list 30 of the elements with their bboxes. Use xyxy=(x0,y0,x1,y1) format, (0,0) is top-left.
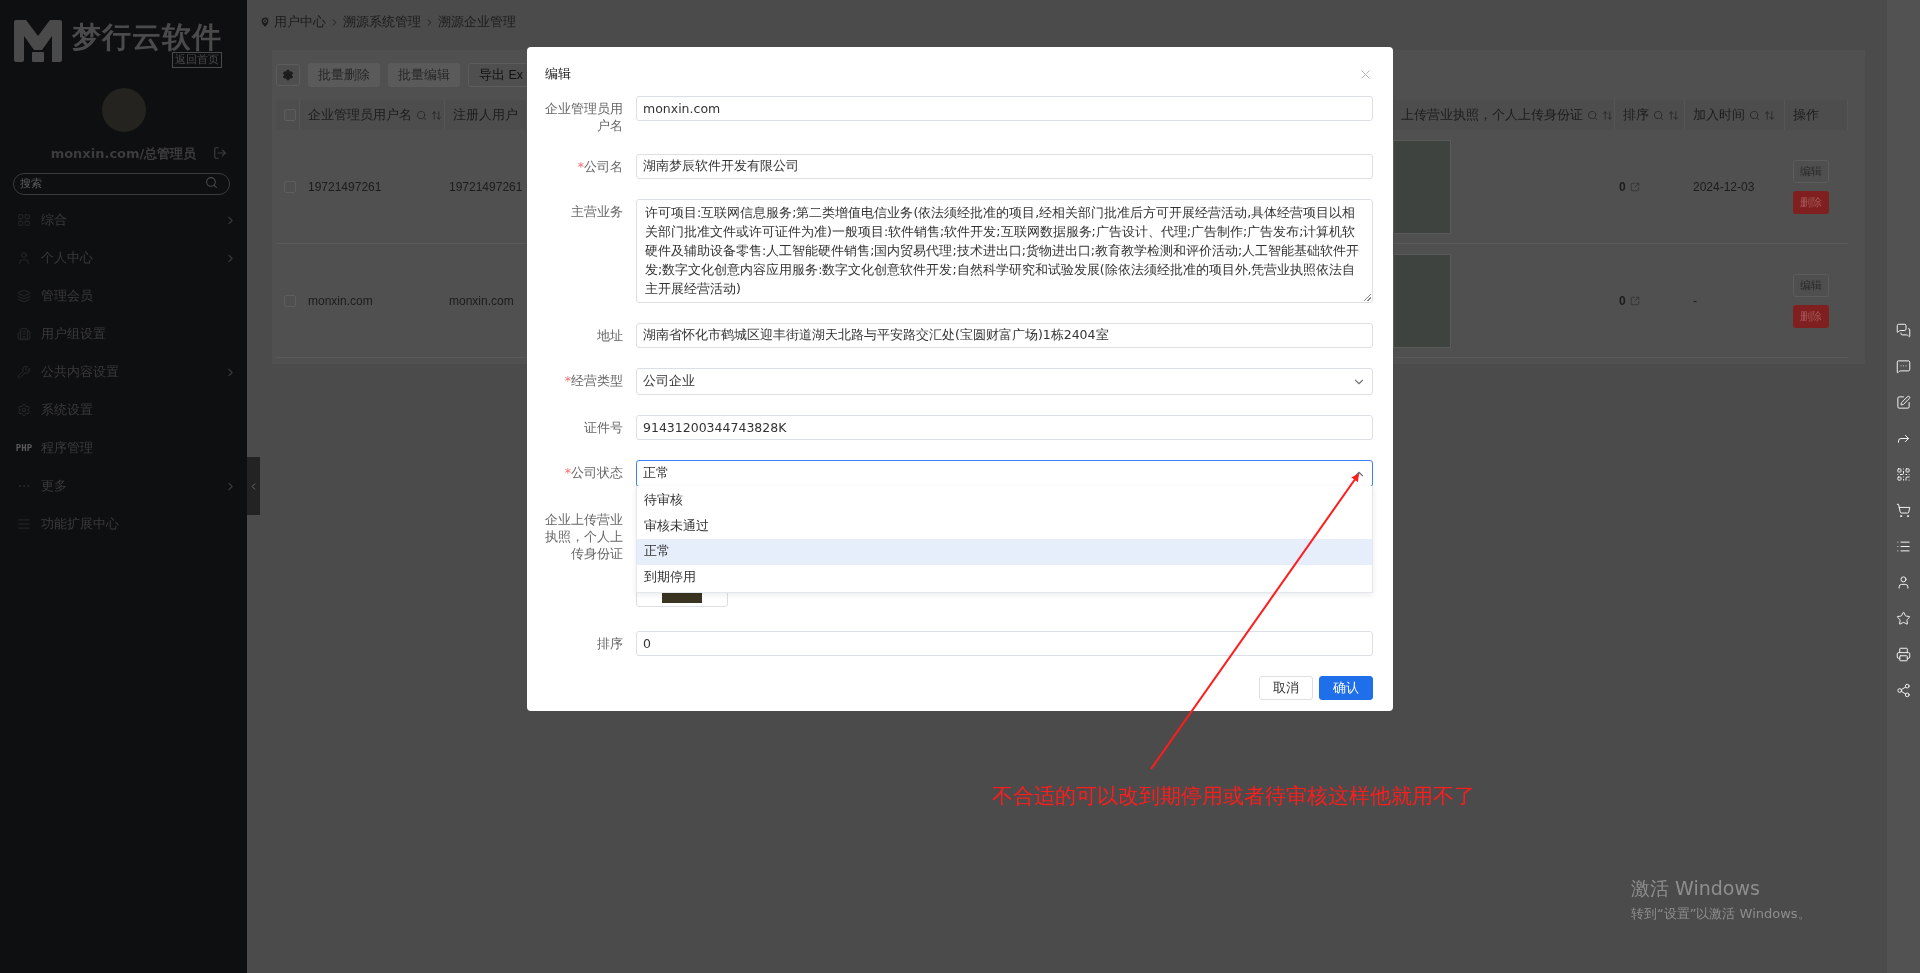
input-field[interactable]: 91431200344743828K xyxy=(636,415,1373,440)
annotation-text: 不合适的可以改到期停用或者待审核这样他就用不了 xyxy=(992,783,1475,810)
field-label: 证件号 xyxy=(583,419,623,436)
select-field[interactable]: 公司企业 xyxy=(636,368,1373,395)
php-icon: PHP xyxy=(15,443,33,453)
dialog-title: 编辑 xyxy=(545,65,571,83)
cancel-button[interactable]: 取消 xyxy=(1259,676,1313,700)
dropdown-option[interactable]: 到期停用 xyxy=(637,564,1372,590)
activation-title: 激活 Windows xyxy=(1631,876,1761,901)
dropdown-option[interactable]: 审核未通过 xyxy=(637,513,1372,539)
activation-hint: 转到“设置”以激活 Windows。 xyxy=(1631,905,1811,923)
field-label: 排序 xyxy=(596,635,623,652)
field-label: *经营类型 xyxy=(563,372,623,389)
field-label: 主营业务 xyxy=(570,203,623,220)
field-label: 企业管理员用户名 xyxy=(545,100,623,134)
field-label: 地址 xyxy=(596,327,623,344)
textarea-field[interactable]: 许可项目:互联网信息服务;第二类增值电信业务(依法须经批准的项目,经相关部门批准后方可开展经营活动,具体经营项目以相关部门批准文件或许可证件为准)一般项目:软件销售;软件开发;互联网数据服务;广告设计、代理;广告制作;广告发布;计算机软硬件及辅助设备零售:人工智能硬件销售;国内贸易代理;技术进出口;货物进出口;教育教学检测和评价活动;人工智能基础软件开发;数字文化创意内容应用服务:数字文化创意软件开发;自然科学研究和试验发展(除依法须经批准的项目外,凭营业执照依法自主开展经营活动) xyxy=(636,199,1373,303)
table-cell: - xyxy=(1693,293,1697,308)
dropdown-option[interactable]: 正常 xyxy=(637,539,1372,565)
input-field[interactable]: monxin.com xyxy=(636,96,1373,121)
confirm-button[interactable]: 确认 xyxy=(1319,676,1373,700)
dropdown-option[interactable]: 待审核 xyxy=(637,488,1372,514)
input-field[interactable]: 湖南梦辰软件开发有限公司 xyxy=(636,154,1373,179)
logo-text: 梦行云软件 xyxy=(72,20,222,54)
input-field[interactable]: 湖南省怀化市鹤城区迎丰街道湖天北路与平安路交汇处(宝圆财富广场)1栋2404室 xyxy=(636,323,1373,348)
input-field[interactable]: 0 xyxy=(636,631,1373,656)
field-label: *公司状态 xyxy=(563,464,623,481)
field-label: *公司名 xyxy=(576,158,623,175)
field-label: 企业上传营业执照，个人上传身份证 xyxy=(545,511,623,562)
search-field[interactable]: 搜索 xyxy=(13,172,230,195)
